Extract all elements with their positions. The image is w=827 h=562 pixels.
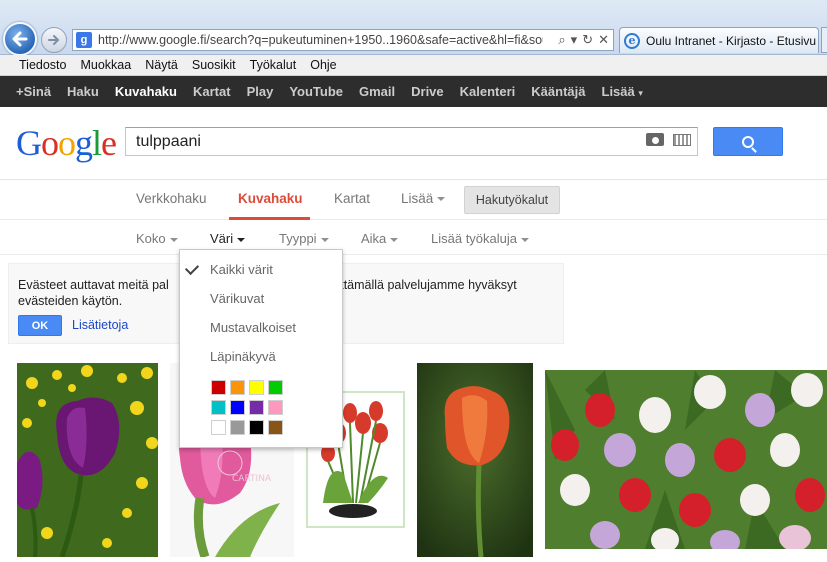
result-image[interactable]: [417, 363, 533, 557]
arrow-right-icon: [48, 35, 60, 45]
menu-file[interactable]: Tiedosto: [12, 58, 73, 72]
gbar-youtube[interactable]: YouTube: [281, 84, 351, 99]
gbar-maps[interactable]: Kartat: [185, 84, 239, 99]
gbar-search[interactable]: Haku: [59, 84, 107, 99]
gbar-more[interactable]: Lisää ▾: [594, 84, 651, 99]
browser-toolbar: g http://www.google.fi/search?q=pukeutum…: [0, 0, 827, 56]
gbar-gmail[interactable]: Gmail: [351, 84, 403, 99]
tools-bar: Koko Väri Tyyppi Aika Lisää työkaluja: [0, 221, 827, 255]
refresh-icon[interactable]: ↻: [582, 32, 593, 48]
watermark-text: CARTINA: [232, 474, 272, 484]
chevron-down-icon: [320, 237, 329, 242]
gbar-translate[interactable]: Kääntäjä: [523, 84, 593, 99]
gbar-plus[interactable]: +Sinä: [8, 84, 59, 99]
menu-view[interactable]: Näytä: [138, 58, 185, 72]
color-swatch[interactable]: [230, 380, 245, 395]
back-button[interactable]: [3, 22, 37, 56]
color-swatches: [211, 380, 283, 435]
color-option-all[interactable]: Kaikki värit: [210, 262, 273, 277]
tool-type[interactable]: Tyyppi: [279, 231, 329, 246]
color-swatch[interactable]: [230, 420, 245, 435]
arrow-left-icon: [12, 31, 28, 47]
selected-tab-indicator: [229, 217, 310, 220]
menu-help[interactable]: Ohje: [303, 58, 343, 72]
tab-web[interactable]: Verkkohaku: [136, 191, 207, 206]
menu-bar: Tiedosto Muokkaa Näytä Suosikit Työkalut…: [0, 55, 827, 76]
stop-icon[interactable]: ✕: [598, 32, 609, 48]
color-option-transparent[interactable]: Läpinäkyvä: [210, 349, 276, 364]
tool-time[interactable]: Aika: [361, 231, 399, 246]
url-text[interactable]: http://www.google.fi/search?q=pukeutumin…: [98, 33, 543, 47]
gbar-drive[interactable]: Drive: [403, 84, 452, 99]
magnifier-icon: [742, 135, 754, 148]
tool-color[interactable]: Väri: [210, 231, 246, 246]
camera-icon[interactable]: [646, 133, 664, 146]
gbar-images[interactable]: Kuvahaku: [107, 84, 185, 99]
color-swatch[interactable]: [211, 420, 226, 435]
chevron-down-icon: [521, 237, 529, 242]
search-icon[interactable]: ⌕: [558, 32, 565, 48]
chevron-down-icon: [237, 237, 246, 242]
search-input[interactable]: tulppaani: [125, 127, 698, 156]
browser-tab[interactable]: e Oulu Intranet - Kirjasto - Etusivu: [619, 27, 819, 53]
tool-more[interactable]: Lisää työkaluja: [431, 231, 529, 246]
color-swatch[interactable]: [211, 380, 226, 395]
gbar-calendar[interactable]: Kalenteri: [452, 84, 524, 99]
google-favicon-icon: g: [76, 32, 92, 48]
chevron-down-icon: [437, 197, 446, 202]
menu-edit[interactable]: Muokkaa: [73, 58, 138, 72]
keyboard-icon[interactable]: [673, 133, 691, 146]
new-tab-button[interactable]: [821, 27, 827, 53]
google-bar: +Sinä Haku Kuvahaku Kartat Play YouTube …: [0, 76, 827, 107]
ie-icon: e: [624, 32, 640, 49]
google-logo[interactable]: Google: [16, 122, 117, 164]
ok-button[interactable]: OK: [18, 315, 62, 336]
search-tools-button[interactable]: Hakutyökalut: [464, 186, 560, 214]
tab-images[interactable]: Kuvahaku: [238, 191, 303, 206]
search-button[interactable]: [713, 127, 783, 156]
checkmark-icon: [184, 260, 200, 276]
gbar-play[interactable]: Play: [239, 84, 282, 99]
color-swatch[interactable]: [268, 400, 283, 415]
forward-button[interactable]: [41, 27, 67, 53]
address-bar[interactable]: g http://www.google.fi/search?q=pukeutum…: [72, 29, 614, 51]
result-image[interactable]: [545, 370, 827, 549]
menu-favorites[interactable]: Suosikit: [185, 58, 243, 72]
search-query[interactable]: tulppaani: [136, 133, 201, 151]
color-swatch[interactable]: [249, 420, 264, 435]
color-swatch[interactable]: [211, 400, 226, 415]
tab-title: Oulu Intranet - Kirjasto - Etusivu: [646, 33, 817, 48]
color-swatch[interactable]: [268, 420, 283, 435]
dropdown-icon[interactable]: ▾: [571, 32, 578, 48]
more-info-link[interactable]: Lisätietoja: [72, 318, 128, 332]
tab-maps[interactable]: Kartat: [334, 191, 370, 206]
color-swatch[interactable]: [230, 400, 245, 415]
color-swatch[interactable]: [249, 380, 264, 395]
color-option-bw[interactable]: Mustavalkoiset: [210, 320, 296, 335]
result-image[interactable]: [17, 363, 158, 557]
color-option-color[interactable]: Värikuvat: [210, 291, 264, 306]
tab-more[interactable]: Lisää: [401, 191, 446, 206]
chevron-down-icon: [390, 237, 399, 242]
color-swatch[interactable]: [249, 400, 264, 415]
menu-tools[interactable]: Työkalut: [243, 58, 304, 72]
color-dropdown: Kaikki värit Värikuvat Mustavalkoiset Lä…: [179, 249, 343, 448]
tool-size[interactable]: Koko: [136, 231, 178, 246]
search-tabs: Verkkohaku Kuvahaku Kartat Lisää Hakutyö…: [0, 179, 827, 220]
chevron-down-icon: [169, 237, 178, 242]
color-swatch[interactable]: [268, 380, 283, 395]
